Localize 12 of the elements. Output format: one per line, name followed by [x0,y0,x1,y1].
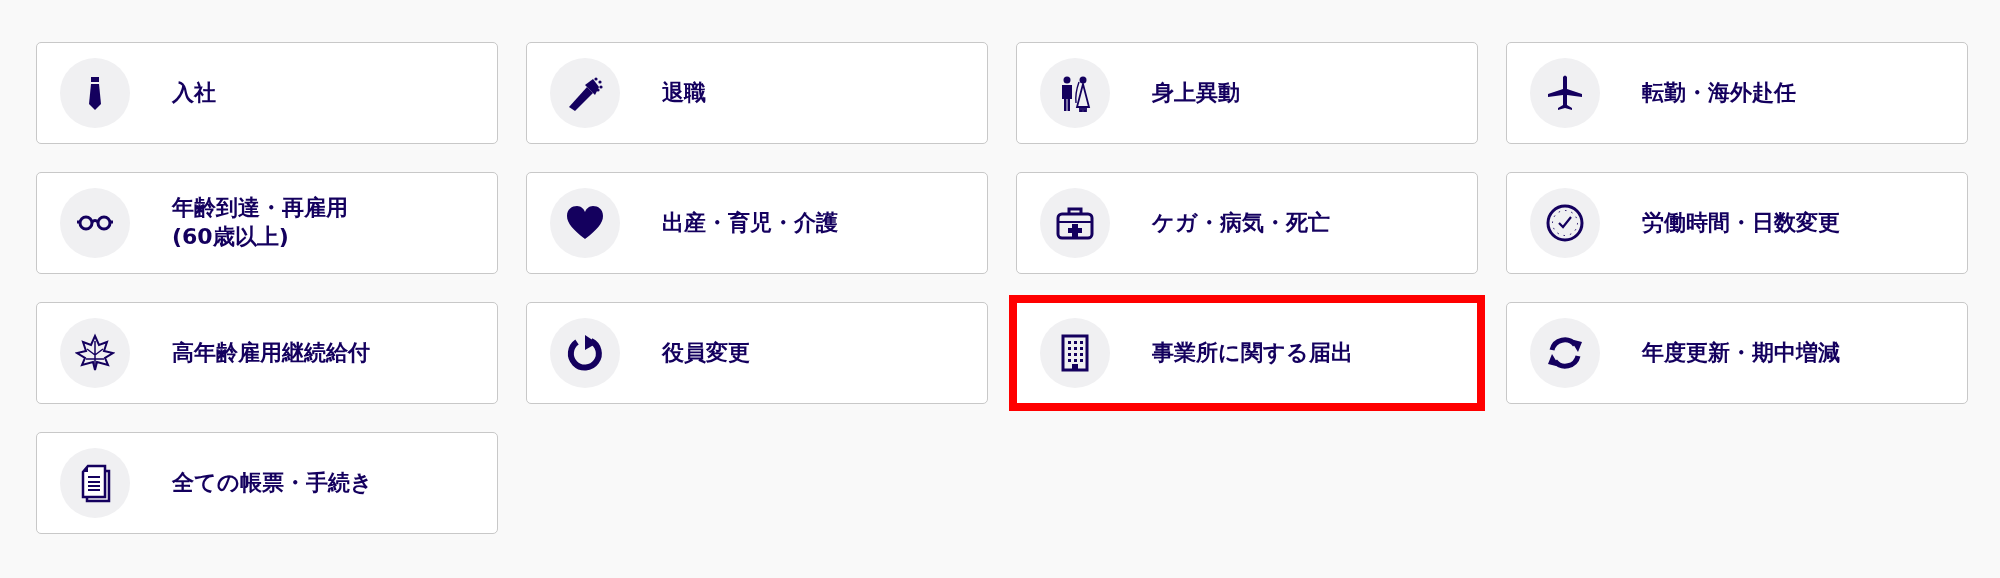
menu-card[interactable]: 全ての帳票・手続き [36,432,498,534]
menu-card[interactable]: 身上異動 [1016,42,1478,144]
menu-card[interactable]: 転勤・海外赴任 [1506,42,1968,144]
menu-card[interactable]: 入社 [36,42,498,144]
menu-card[interactable]: 役員変更 [526,302,988,404]
menu-card[interactable]: 年度更新・期中増減 [1506,302,1968,404]
menu-card[interactable]: ケガ・病気・死亡 [1016,172,1478,274]
menu-card[interactable]: 労働時間・日数変更 [1506,172,1968,274]
menu-card[interactable]: 出産・育児・介護 [526,172,988,274]
menu-card[interactable]: 年齢到達・再雇用 (60歳以上) [36,172,498,274]
menu-card[interactable]: 退職 [526,42,988,144]
menu-card[interactable]: 高年齢雇用継続給付 [36,302,498,404]
